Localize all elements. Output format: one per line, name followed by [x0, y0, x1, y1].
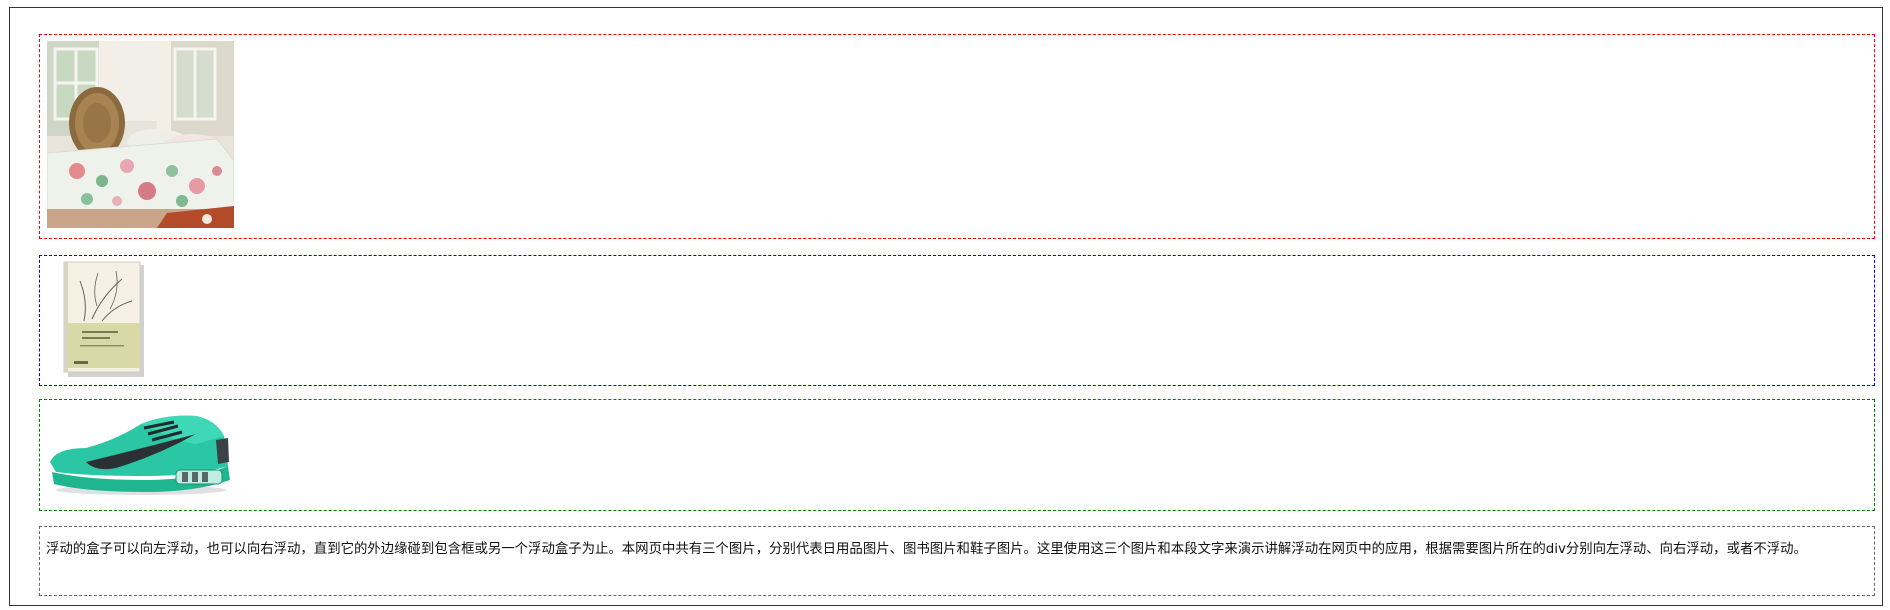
page-container: 浮动的盒子可以向左浮动，也可以向右浮动，直到它的外边缘碰到包含框或另一个浮动盒子… [9, 7, 1883, 606]
shoe-box [39, 399, 1875, 511]
bedding-photo [47, 41, 234, 228]
bedding-box [39, 34, 1875, 239]
shoe-photo [46, 410, 232, 496]
book-box [39, 255, 1875, 386]
description-paragraph: 浮动的盒子可以向左浮动，也可以向右浮动，直到它的外边缘碰到包含框或另一个浮动盒子… [46, 542, 1807, 557]
book-photo [62, 261, 144, 377]
description-box: 浮动的盒子可以向左浮动，也可以向右浮动，直到它的外边缘碰到包含框或另一个浮动盒子… [39, 526, 1875, 596]
